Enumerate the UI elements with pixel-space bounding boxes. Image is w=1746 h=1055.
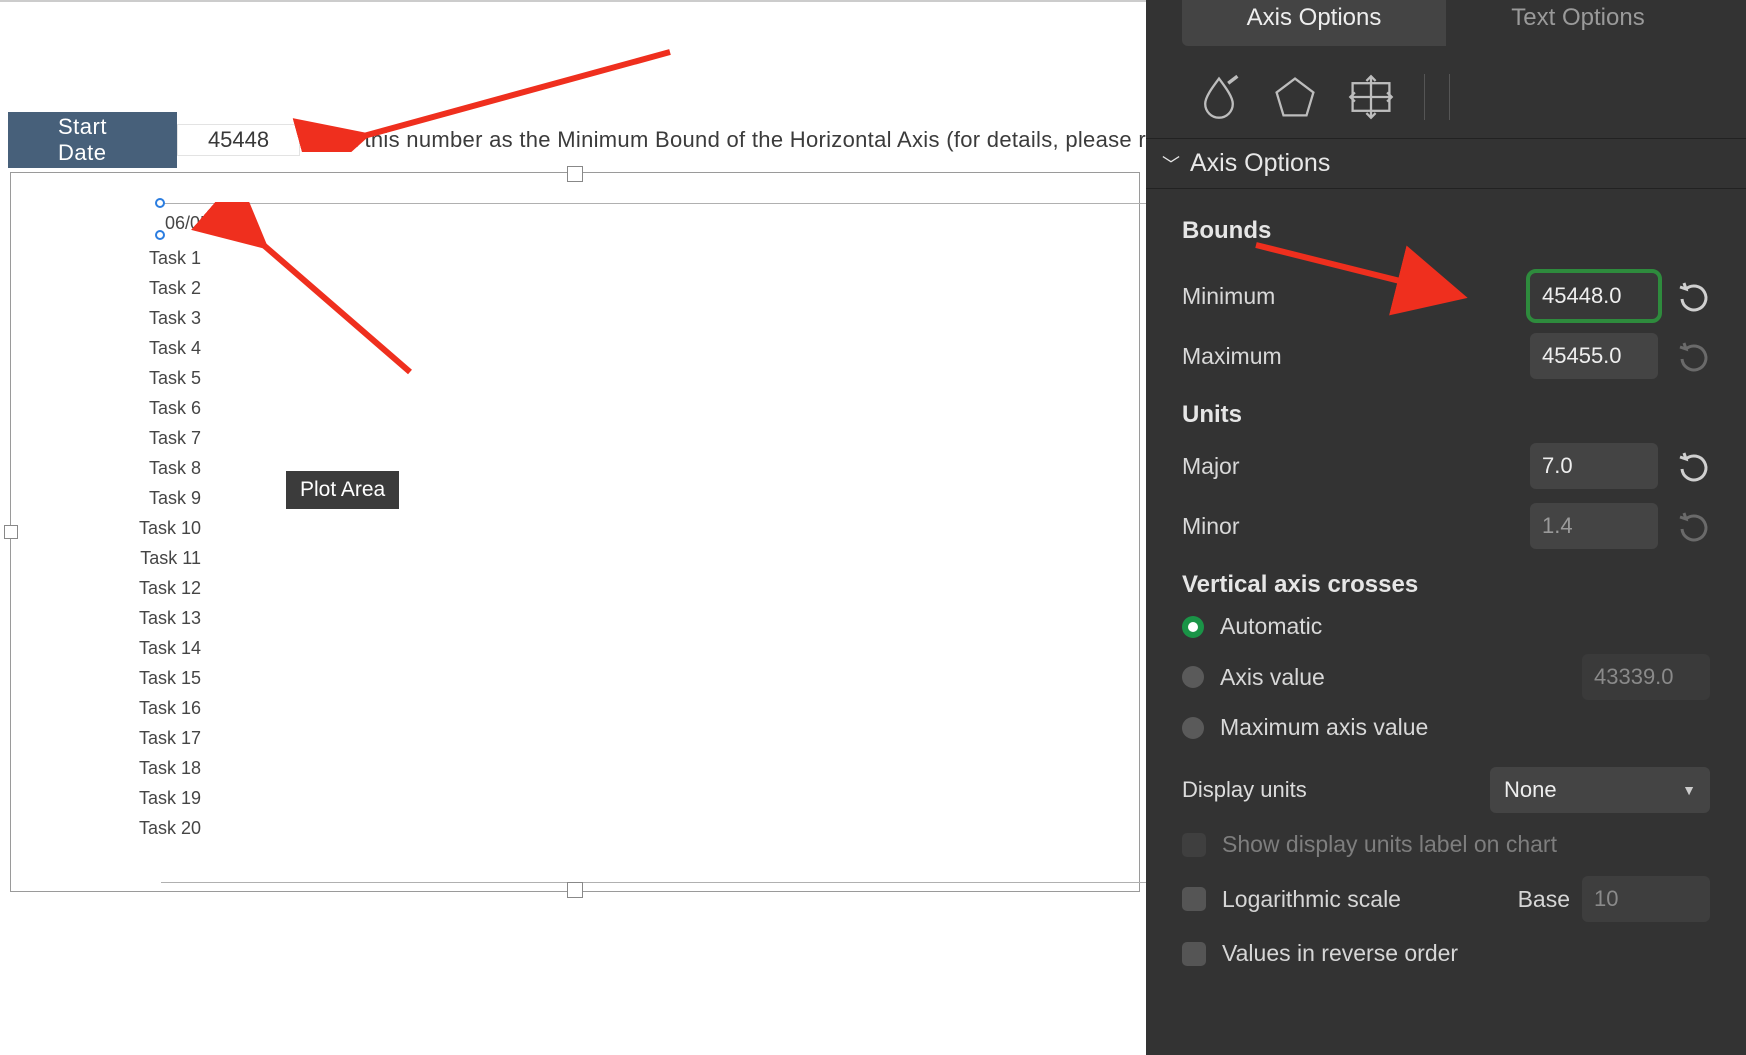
section-title: Axis Options (1190, 149, 1330, 178)
display-units-label: Display units (1182, 777, 1307, 803)
task-label: Task 19 (11, 783, 201, 813)
task-label: Task 5 (11, 363, 201, 393)
axis-value-input[interactable] (1582, 654, 1710, 700)
panel-tabs: Axis Options Text Options (1182, 0, 1710, 46)
major-label: Major (1182, 453, 1510, 480)
maximum-row: Maximum (1182, 333, 1710, 379)
task-label: Task 8 (11, 453, 201, 483)
panel-icon-tabs (1146, 46, 1746, 138)
task-label: Task 7 (11, 423, 201, 453)
axis-options-form: Bounds Minimum Maximum Units Major (1146, 189, 1746, 967)
header-row: Start Date 45448 Set this number as the … (8, 112, 1146, 168)
log-scale-label: Logarithmic scale (1222, 886, 1401, 913)
bounds-title: Bounds (1182, 217, 1271, 245)
worksheet-area: Start Date 45448 Set this number as the … (0, 0, 1146, 1055)
minimum-row: Minimum (1182, 273, 1710, 319)
task-label: Task 20 (11, 813, 201, 843)
reverse-order-checkbox[interactable] (1182, 942, 1206, 966)
reset-icon[interactable] (1676, 509, 1710, 543)
minor-input[interactable] (1530, 503, 1658, 549)
axis-options-icon[interactable] (1424, 74, 1450, 120)
plot-handle[interactable] (155, 198, 165, 208)
display-units-row: Display units None ▼ (1182, 767, 1710, 813)
reverse-order-label: Values in reverse order (1222, 940, 1458, 967)
task-label: Task 14 (11, 633, 201, 663)
minor-row: Minor (1182, 503, 1710, 549)
log-scale-row[interactable]: Logarithmic scale Base (1182, 876, 1710, 922)
display-units-value: None (1504, 777, 1557, 803)
radio-max-axis-value[interactable] (1182, 717, 1204, 739)
radio-automatic[interactable] (1182, 616, 1204, 638)
crosses-max-row[interactable]: Maximum axis value (1182, 714, 1710, 741)
minor-label: Minor (1182, 513, 1510, 540)
major-row: Major (1182, 443, 1710, 489)
automatic-label: Automatic (1220, 613, 1322, 640)
task-label: Task 18 (11, 753, 201, 783)
units-title: Units (1182, 401, 1710, 429)
chart-object[interactable]: 06/05/2024 Task 1 Task 2 Task 3 Task 4 T… (10, 172, 1140, 892)
format-axis-panel: Axis Options Text Options ﹀ Axis Options… (1146, 0, 1746, 1055)
minimum-input[interactable] (1530, 273, 1658, 319)
plot-area[interactable] (161, 203, 1291, 883)
start-date-value-cell[interactable]: 45448 (177, 124, 300, 156)
plot-area-tooltip: Plot Area (286, 471, 399, 509)
crosses-automatic-row[interactable]: Automatic (1182, 613, 1710, 640)
show-display-units-label: Show display units label on chart (1222, 831, 1557, 858)
task-label: Task 4 (11, 333, 201, 363)
radio-axis-value[interactable] (1182, 666, 1204, 688)
tab-axis-options[interactable]: Axis Options (1182, 0, 1446, 46)
task-label: Task 6 (11, 393, 201, 423)
task-label: Task 3 (11, 303, 201, 333)
reset-icon[interactable] (1676, 279, 1710, 313)
task-label: Task 10 (11, 513, 201, 543)
category-axis-labels: Task 1 Task 2 Task 3 Task 4 Task 5 Task … (11, 243, 201, 843)
show-display-units-checkbox[interactable] (1182, 833, 1206, 857)
major-input[interactable] (1530, 443, 1658, 489)
axis-value-label: Axis value (1220, 664, 1325, 691)
task-label: Task 15 (11, 663, 201, 693)
base-input[interactable] (1582, 876, 1710, 922)
start-date-header: Start Date (8, 112, 177, 168)
task-label: Task 9 (11, 483, 201, 513)
effects-icon[interactable] (1272, 74, 1318, 120)
chevron-down-icon: ﹀ (1162, 151, 1180, 177)
log-scale-checkbox[interactable] (1182, 887, 1206, 911)
crosses-title: Vertical axis crosses (1182, 571, 1710, 599)
task-label: Task 12 (11, 573, 201, 603)
section-axis-options[interactable]: ﹀ Axis Options (1146, 138, 1746, 189)
task-label: Task 11 (11, 543, 201, 573)
caret-down-icon: ▼ (1682, 782, 1696, 798)
display-units-select[interactable]: None ▼ (1490, 767, 1710, 813)
reset-icon[interactable] (1676, 339, 1710, 373)
task-label: Task 1 (11, 243, 201, 273)
tab-text-options[interactable]: Text Options (1446, 0, 1710, 46)
reverse-order-row[interactable]: Values in reverse order (1182, 940, 1710, 967)
task-label: Task 17 (11, 723, 201, 753)
size-properties-icon[interactable] (1348, 74, 1394, 120)
instruction-text: Set this number as the Minimum Bound of … (324, 127, 1146, 153)
reset-icon[interactable] (1676, 449, 1710, 483)
base-label: Base (1518, 886, 1570, 913)
max-axis-value-label: Maximum axis value (1220, 714, 1428, 741)
plot-handle[interactable] (155, 230, 165, 240)
axis-date-label: 06/05/2024 (165, 213, 255, 234)
fill-line-icon[interactable] (1196, 74, 1242, 120)
maximum-input[interactable] (1530, 333, 1658, 379)
minimum-label: Minimum (1182, 283, 1510, 310)
maximum-label: Maximum (1182, 343, 1510, 370)
show-display-units-row[interactable]: Show display units label on chart (1182, 831, 1710, 858)
task-label: Task 16 (11, 693, 201, 723)
task-label: Task 2 (11, 273, 201, 303)
crosses-axis-value-row[interactable]: Axis value (1182, 654, 1710, 700)
task-label: Task 13 (11, 603, 201, 633)
